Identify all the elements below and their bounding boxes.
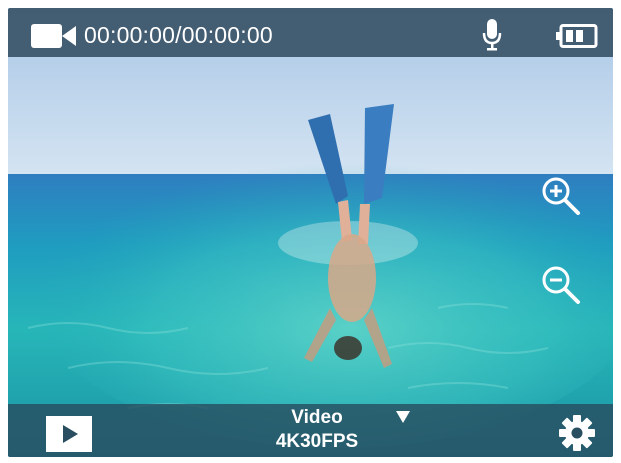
resolution-value: 4K30FPS	[275, 431, 359, 452]
status-bar: 00:00:00/00:00:00	[8, 8, 613, 57]
camera-screen: 00:00:00/00:00:00 Video 4K30FPS	[8, 8, 613, 457]
play-button[interactable]	[46, 416, 92, 452]
battery-icon	[556, 24, 598, 48]
microphone-icon	[482, 19, 502, 51]
recording-timer: 00:00:00/00:00:00	[84, 22, 273, 48]
viewfinder-image	[8, 8, 613, 457]
gear-icon[interactable]	[558, 414, 596, 452]
dropdown-caret-icon	[396, 411, 410, 423]
mode-selector[interactable]: Video 4K30FPS	[246, 406, 436, 456]
zoom-in-icon[interactable]	[539, 174, 583, 218]
video-camera-icon	[31, 24, 76, 48]
zoom-out-icon[interactable]	[539, 263, 583, 307]
bottom-bar: Video 4K30FPS	[8, 404, 613, 457]
mode-label: Video	[291, 407, 343, 428]
